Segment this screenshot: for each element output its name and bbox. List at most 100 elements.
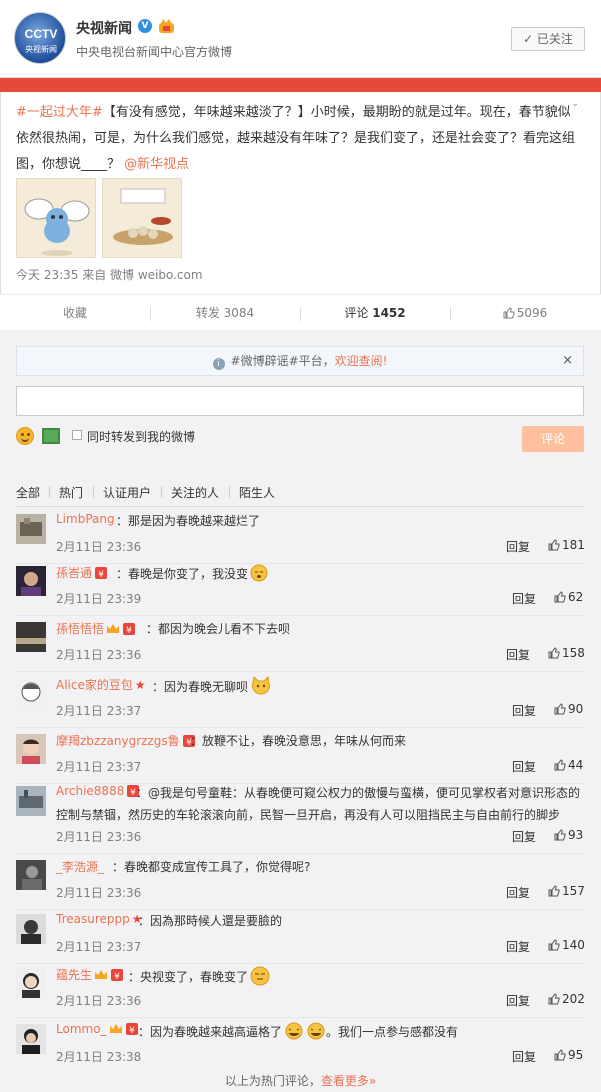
comment-username-text: Treasureppp [56,912,130,926]
notice-link[interactable]: 欢迎查阅! [335,354,388,368]
comment-item: 蕴先生 ¥ ：央视变了，春晚变了 2月11日 23:36 回复 202 [0,962,601,1018]
avatar[interactable] [16,622,46,652]
comment-username[interactable]: 蕴先生 ¥ [56,966,124,983]
avatar[interactable] [16,514,46,544]
submit-comment-button[interactable]: 评论 [522,426,584,452]
emoji-icon[interactable] [16,427,34,445]
reply-button[interactable]: 回复 [512,702,536,719]
comment-item: Archie8888 ¥ ：@我是句号童鞋：从春晚便可窥公权力的傲慢与蛮横，便可见… [0,780,601,854]
comment-username[interactable]: Archie8888 ¥ [56,784,140,798]
avatar[interactable] [16,1024,46,1054]
comment-username[interactable]: 摩羯zbzzanygrzzgs鲁 ¥ [56,732,196,749]
comment-like-button[interactable]: 93 [554,828,583,842]
thumb-up-icon [554,759,566,771]
profile-name[interactable]: 央视新闻 [76,18,132,38]
mention-link[interactable]: @新华视点 [124,157,189,172]
comment-like-button[interactable]: 140 [548,938,585,952]
emoji-meh-icon [250,966,270,986]
view-more-link[interactable]: 查看更多» [321,1074,376,1088]
filter-divider [229,486,230,498]
comment-item: LimbPang ：那是因为春晚越来越烂了 2月11日 23:36 回复 181 [0,508,601,564]
comment-username[interactable]: LimbPang [56,512,115,526]
avatar[interactable] [16,678,46,708]
forward-label: 同时转发到我的微博 [87,430,196,444]
filter-following[interactable]: 关注的人 [171,484,219,501]
comment-like-count: 90 [568,702,584,716]
reply-button[interactable]: 回复 [512,758,536,775]
reply-button[interactable]: 回复 [512,1048,536,1065]
filter-strangers[interactable]: 陌生人 [239,484,275,501]
comment-like-count: 44 [568,758,584,772]
comment-like-button[interactable]: 62 [554,590,583,604]
comment-time: 2月11日 23:36 [56,830,142,844]
comment-username[interactable]: Treasureppp ★ [56,912,143,926]
followed-button[interactable]: ✓ 已关注 [511,27,585,51]
reply-button[interactable]: 回复 [506,538,530,555]
comment-like-count: 202 [562,992,585,1006]
reply-button[interactable]: 回复 [512,828,536,845]
filter-verified[interactable]: 认证用户 [103,484,151,501]
comment-like-button[interactable]: 90 [554,702,583,716]
comment-text-body: ：央视变了，春晚变了 [128,970,249,984]
post-image-2[interactable] [102,178,182,258]
image-icon[interactable] [42,428,60,444]
avatar[interactable] [16,914,46,944]
cartoon-image [17,179,95,257]
comment-time: 2月11日 23:36 [56,540,142,554]
reply-button[interactable]: 回复 [512,590,536,607]
reply-button[interactable]: 回复 [506,938,530,955]
comment-like-count: 140 [562,938,585,952]
post-meta: 今天 23:35 来自 微博 weibo.com [16,268,203,282]
cctv-logo: CCTV [24,27,58,41]
comment-text: ：放鞭不让，春晚没意思，年味从何而来 [190,734,407,748]
thumb-up-icon [548,993,560,1005]
comment-username[interactable]: _李浩源_ [56,858,104,875]
repost-button[interactable]: 转发 3084 [150,295,300,331]
comment-time: 2月11日 23:38 [56,1050,142,1064]
thumb-up-icon [554,829,566,841]
comment-like-button[interactable]: 44 [554,758,583,772]
comment-username[interactable]: Lommo_ ¥ [56,1022,139,1036]
comment-username[interactable]: 孫峇通 ¥ [56,564,108,581]
comment-like-button[interactable]: 95 [554,1048,583,1062]
collect-button[interactable]: 收藏 [0,295,150,331]
post-image-1[interactable] [16,178,96,258]
comment-input[interactable] [16,386,584,416]
comment-like-button[interactable]: 202 [548,992,585,1006]
comment-like-count: 181 [562,538,585,552]
avatar[interactable] [16,860,46,890]
profile-avatar[interactable]: CCTV 央视新闻 [14,12,66,64]
close-icon[interactable]: × [562,347,573,375]
reply-button[interactable]: 回复 [506,992,530,1009]
comment-like-button[interactable]: 157 [548,884,585,898]
filter-hot[interactable]: 热门 [59,484,83,501]
comment-text: ：春晚都变成宣传工具了，你觉得呢? [112,860,311,874]
check-icon: ✓ [523,32,537,46]
comment-item: Alice家的豆包 ★ ：因为春晚无聊呗 2月11日 23:37 回复 90 [0,672,601,728]
avatar[interactable] [16,968,46,998]
comment-username[interactable]: 孫悟悟悟 ¥ [56,620,136,637]
comment-like-button[interactable]: 181 [548,538,585,552]
comment-text: ：因為那時候人還是要臉的 [138,914,283,928]
crown-icon [107,624,120,633]
topic-link[interactable]: #一起过大年# [16,105,103,120]
svg-text:¥: ¥ [129,1026,135,1036]
reply-button[interactable]: 回复 [506,884,530,901]
comment-text-line2: 控制与禁锢，然历史的车轮滚滚向前，民智一旦开启，再没有人可以阻挡民主与自由前行的… [56,808,561,822]
avatar[interactable] [16,786,46,816]
avatar[interactable] [16,734,46,764]
comment-like-button[interactable]: 158 [548,646,585,660]
forward-checkbox[interactable] [72,430,82,440]
comment-text-body: ：因为春晚无聊呗 [152,680,249,694]
comment-username[interactable]: Alice家的豆包 ★ [56,676,146,693]
comment-text: ：那是因为春晚越来越烂了 [116,514,261,528]
comment-tab[interactable]: 评论 1452 [300,295,450,331]
post-text: #一起过大年#【有没有感觉，年味越来越淡了？】小时候，最期盼的就是过年。现在，春… [16,100,576,178]
like-button[interactable]: 5096 [450,295,600,331]
avatar[interactable] [16,566,46,596]
crown-icon [95,970,108,979]
red-envelope-icon: ¥ [95,567,108,580]
emoji-cat-icon [252,676,270,695]
filter-all[interactable]: 全部 [16,484,40,501]
reply-button[interactable]: 回复 [506,646,530,663]
